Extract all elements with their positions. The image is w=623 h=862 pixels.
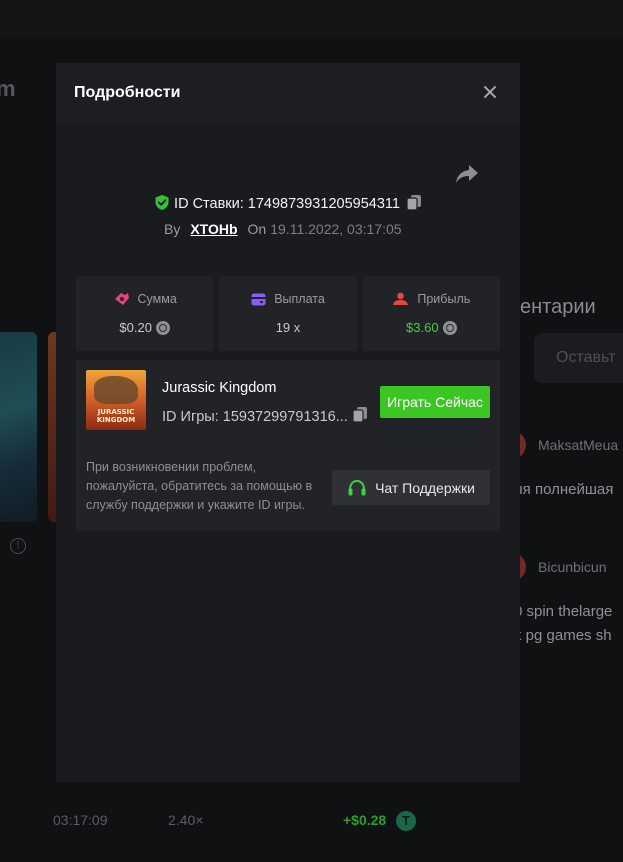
game-id-label: ID Игры: (162, 409, 219, 425)
tether-coin-icon: T (396, 811, 416, 831)
close-button[interactable] (480, 82, 500, 102)
coin-icon (442, 320, 457, 335)
game-id-value: 15937299791316... (222, 409, 348, 425)
headset-icon (348, 479, 366, 495)
wallet-icon (251, 293, 266, 305)
bet-author-link[interactable]: XTOHb (190, 221, 237, 237)
stat-profit-value: $3.60 (406, 320, 439, 335)
stat-profit-label: Прибыль (417, 292, 471, 306)
game-id-line: ID Игры: 15937299791316... (162, 406, 368, 427)
modal-title: Подробности (74, 84, 181, 101)
bet-row-multiplier: 2.40× (168, 812, 204, 828)
copy-game-id-button[interactable] (352, 406, 368, 427)
bet-amount-icon (114, 293, 129, 305)
comment-text: йня полнейшая (506, 481, 614, 498)
info-icon: ! (10, 538, 26, 554)
bet-id-label: ID Ставки: (174, 196, 244, 212)
comment-username: MaksatMeua (538, 437, 619, 453)
bet-id-value: 1749873931205954311 (247, 196, 400, 212)
bet-id-line: ID Ставки: 1749873931205954311 (56, 194, 520, 215)
support-help-text: При возникновении проблем, пожалуйста, о… (86, 460, 313, 512)
game-name: Jurassic Kingdom (162, 380, 277, 396)
dinosaur-icon (94, 376, 138, 404)
bet-date: 19.11.2022, 03:17:05 (270, 221, 402, 237)
support-chat-button[interactable]: Чат Поддержки (332, 470, 490, 505)
background-title-fragment: m (0, 76, 16, 101)
shield-check-icon (154, 194, 170, 215)
comment-text: k pg games sh (514, 627, 612, 644)
copy-icon (406, 195, 421, 211)
on-label: On (247, 221, 267, 237)
stat-amount: Сумма $0.20 (76, 276, 214, 351)
stat-payout-label: Выплата (274, 292, 325, 306)
comment-text: 0 spin thelarge (514, 603, 613, 620)
game-card: JURASSIC KINGDOM Jurassic Kingdom ID Игр… (76, 360, 500, 531)
copy-icon (352, 407, 367, 423)
coin-icon (155, 320, 170, 335)
game-thumbnail[interactable]: JURASSIC KINGDOM (86, 370, 146, 430)
play-now-button[interactable]: Играть Сейчас (380, 386, 490, 418)
bet-details-modal: Подробности ID Ставки: 17498739312059543… (56, 63, 520, 782)
comment-username: Bicunbicun (538, 559, 607, 575)
share-button[interactable] (454, 163, 480, 185)
profit-icon (393, 292, 409, 305)
bet-author-line: By XTOHb On 19.11.2022, 03:17:05 (164, 221, 402, 237)
bet-row-profit: +$0.28 (343, 812, 387, 828)
by-label: By (164, 221, 181, 237)
stat-amount-value: $0.20 (119, 320, 152, 335)
comments-title: ентарии (520, 296, 596, 318)
modal-header: Подробности (56, 63, 520, 123)
stat-payout-value: 19 x (275, 320, 301, 335)
close-icon (484, 86, 496, 98)
stat-amount-label: Сумма (137, 292, 177, 306)
stat-profit: Прибыль $3.60 (362, 276, 500, 351)
game-thumbnail-logo: JURASSIC KINGDOM (96, 408, 136, 424)
background-topbar (0, 0, 623, 36)
bet-row-time: 03:17:09 (53, 812, 108, 828)
comment-input[interactable]: Оставьт (534, 333, 623, 383)
bet-stats: Сумма $0.20 Выплата 19 x Прибыль $3.60 (76, 276, 500, 351)
background-game-thumbnail (0, 332, 37, 522)
copy-bet-id-button[interactable] (406, 194, 422, 215)
support-chat-label: Чат Поддержки (375, 479, 475, 496)
share-icon (456, 165, 478, 183)
stat-payout: Выплата 19 x (219, 276, 357, 351)
